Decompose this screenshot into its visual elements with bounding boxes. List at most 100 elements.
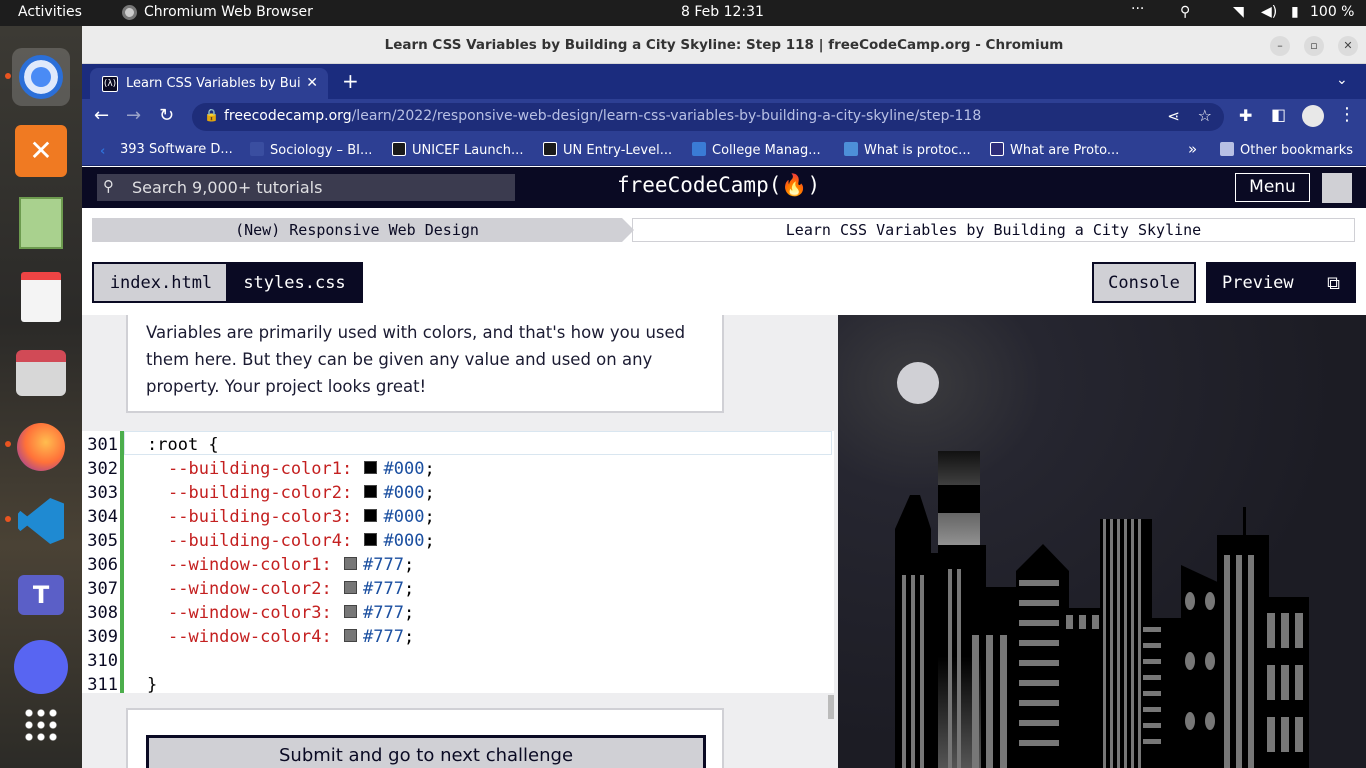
bookmark-item[interactable]: UN Entry-Level... — [543, 142, 672, 158]
color-swatch[interactable] — [364, 533, 378, 546]
browser-window: Learn CSS Variables by Building a City S… — [82, 26, 1366, 768]
firefox-dock-icon[interactable] — [12, 418, 70, 476]
moon — [897, 362, 939, 404]
color-swatch[interactable] — [344, 605, 358, 618]
breadcrumb: (New) Responsive Web Design Learn CSS Va… — [82, 208, 1366, 250]
breadcrumb-course[interactable]: (New) Responsive Web Design — [92, 218, 634, 242]
semicolon: ; — [424, 531, 435, 551]
search-input[interactable]: ⚲ Search 9,000+ tutorials — [97, 174, 515, 201]
preview-button[interactable]: Preview ⧉ — [1206, 262, 1356, 303]
active-line-highlight — [124, 431, 832, 455]
discord-dock-icon[interactable] — [12, 638, 70, 696]
teams-dock-icon[interactable]: T — [12, 566, 70, 624]
app-menu[interactable]: Chromium Web Browser — [144, 4, 313, 20]
forward-icon[interactable]: → — [126, 105, 141, 126]
text-editor-dock-icon[interactable] — [12, 194, 70, 252]
battery-percent[interactable]: 100 % — [1310, 4, 1354, 20]
show-apps-icon[interactable] — [12, 696, 70, 754]
fcc-logo[interactable]: freeCodeCamp(🔥) — [617, 173, 820, 198]
console-button[interactable]: Console — [1092, 262, 1196, 303]
fcc-favicon-icon: (λ) — [102, 76, 118, 92]
activities-button[interactable]: Activities — [18, 4, 82, 20]
code-line[interactable]: --building-color2: #000; — [168, 483, 435, 503]
address-bar[interactable]: 🔒 freecodecamp.org/learn/2022/responsive… — [192, 103, 1224, 131]
bookmark-item[interactable]: College Manag... — [692, 142, 821, 158]
close-tab-icon[interactable]: ✕ — [306, 75, 318, 91]
profile-avatar[interactable] — [1302, 105, 1324, 127]
bookmark-star-icon[interactable]: ☆ — [1198, 106, 1212, 125]
color-swatch[interactable] — [364, 485, 378, 498]
code-line[interactable]: --building-color1: #000; — [168, 459, 435, 479]
menu-button[interactable]: Menu — [1235, 173, 1310, 202]
browser-menu-icon[interactable]: ⋮ — [1338, 104, 1356, 125]
running-indicator — [5, 441, 11, 447]
line-number: 308 — [87, 603, 118, 623]
color-swatch[interactable] — [344, 581, 358, 594]
window-title: Learn CSS Variables by Building a City S… — [384, 37, 1064, 53]
chromium-dock-icon[interactable] — [12, 48, 70, 106]
code-editor[interactable]: 301:root {302 --building-color1: #000; 303… — [82, 431, 834, 695]
css-property: --window-color2: — [168, 579, 332, 599]
submit-button[interactable]: Submit and go to next challenge — [146, 735, 706, 768]
minimize-button[interactable]: – — [1270, 36, 1290, 56]
search-icon: ⚲ — [103, 177, 114, 195]
close-window-button[interactable]: ✕ — [1338, 36, 1358, 56]
document-viewer-dock-icon[interactable] — [12, 268, 70, 326]
bookmark-item[interactable]: UNICEF Launch... — [392, 142, 523, 158]
xampp-dock-icon[interactable]: ✕ — [12, 122, 70, 180]
css-value: #000 — [383, 531, 425, 551]
more-bookmarks-icon[interactable]: » — [1188, 140, 1197, 158]
semicolon: ; — [403, 603, 415, 623]
code-line[interactable]: --window-color1: #777; — [168, 555, 414, 575]
code-line[interactable]: --window-color3: #777; — [168, 603, 414, 623]
tab-search-icon[interactable]: ⌄ — [1336, 72, 1348, 88]
line-number: 304 — [87, 507, 118, 527]
color-swatch[interactable] — [344, 557, 358, 570]
user-avatar[interactable] — [1322, 173, 1352, 203]
scrollbar-thumb[interactable] — [828, 695, 834, 719]
css-value: #777 — [363, 579, 404, 599]
bookmark-item[interactable]: What are Proto... — [990, 142, 1119, 158]
code-line[interactable]: --building-color4: #000; — [168, 531, 435, 551]
battery-icon: ▮ — [1291, 4, 1299, 20]
editor-tabs-row: index.html styles.css Console Preview ⧉ — [82, 250, 1366, 315]
code-line[interactable]: --window-color2: #777; — [168, 579, 414, 599]
bookmark-item[interactable]: What is protoc... — [844, 142, 971, 158]
semicolon: ; — [424, 459, 435, 479]
tab-styles-css[interactable]: styles.css — [226, 262, 363, 303]
search-placeholder: Search 9,000+ tutorials — [132, 178, 323, 197]
editor-pane: Variables are primarily used with colors… — [82, 315, 838, 768]
color-swatch[interactable] — [364, 461, 378, 474]
breadcrumb-project[interactable]: Learn CSS Variables by Building a City S… — [632, 218, 1355, 242]
code-line[interactable]: } — [147, 675, 157, 695]
vscode-dock-icon[interactable] — [12, 492, 70, 550]
maximize-button[interactable]: ▫ — [1304, 36, 1324, 56]
overflow-icon[interactable]: ··· — [1131, 1, 1144, 17]
new-tab-icon[interactable]: + — [342, 69, 359, 93]
bookmark-item[interactable]: Sociology – BI... — [250, 142, 372, 158]
other-bookmarks[interactable]: Other bookmarks — [1220, 142, 1353, 158]
code-line[interactable]: --building-color3: #000; — [168, 507, 435, 527]
share-icon[interactable]: ⋖ — [1167, 107, 1180, 125]
extensions-icon[interactable]: ✚ — [1239, 106, 1252, 125]
lock-icon: 🔒 — [204, 108, 219, 122]
side-panel-icon[interactable]: ◧ — [1271, 105, 1286, 124]
color-swatch[interactable] — [344, 629, 358, 642]
css-value: #000 — [383, 507, 425, 527]
semicolon: ; — [424, 483, 435, 503]
browser-tab[interactable]: (λ) Learn CSS Variables by Bui ✕ — [90, 68, 328, 99]
bookmarks-bar: ‹ 393 Software D... Sociology – BI... UNI… — [82, 135, 1366, 166]
code-line[interactable]: :root { — [147, 435, 219, 455]
css-property: --building-color3: — [168, 507, 353, 527]
bookmark-item[interactable]: ‹ 393 Software D... — [100, 142, 233, 159]
accessibility-icon[interactable]: ⚲ — [1180, 4, 1190, 20]
semicolon: ; — [403, 579, 415, 599]
code-line[interactable]: --window-color4: #777; — [168, 627, 414, 647]
reload-icon[interactable]: ↻ — [159, 105, 174, 126]
bookmark-favicon-icon — [392, 142, 406, 156]
tab-index-html[interactable]: index.html — [92, 262, 228, 303]
color-swatch[interactable] — [364, 509, 378, 522]
files-dock-icon[interactable] — [12, 344, 70, 402]
clock[interactable]: 8 Feb 12:31 — [681, 4, 764, 20]
back-icon[interactable]: ← — [94, 105, 109, 126]
